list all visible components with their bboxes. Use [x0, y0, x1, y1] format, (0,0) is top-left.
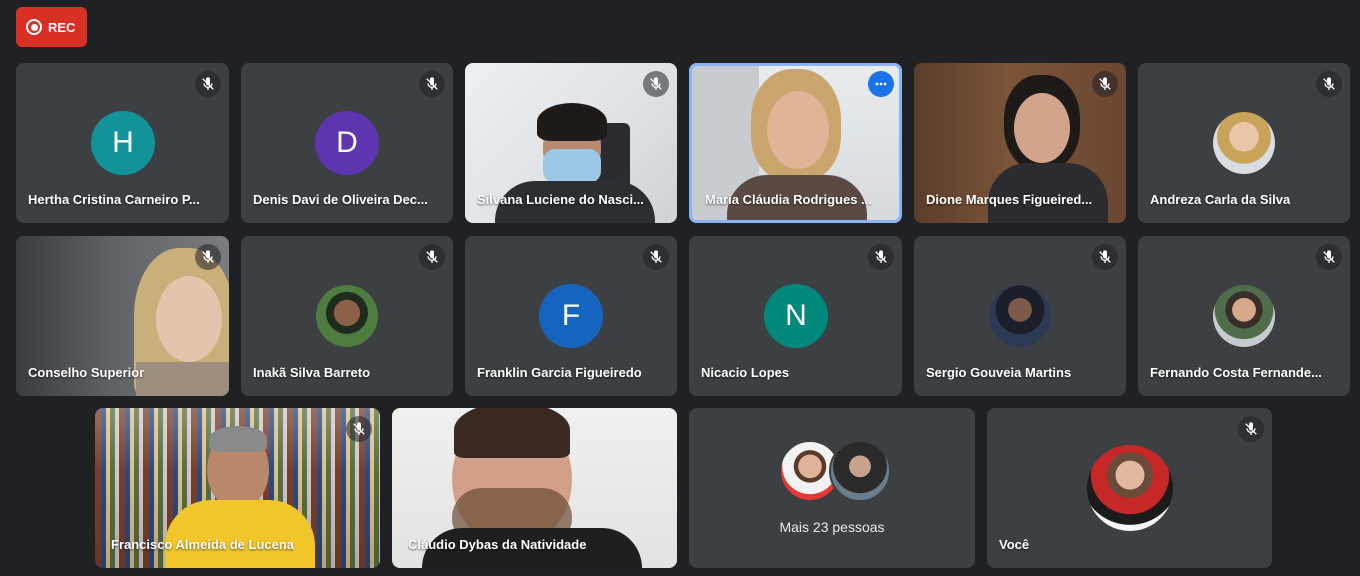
meeting-grid: REC H Hertha Cristina Carneiro P... D De…: [0, 0, 1360, 576]
participant-name: Francisco Almeida de Lucena: [111, 537, 295, 552]
participant-name: Hertha Cristina Carneiro P...: [28, 192, 200, 207]
participant-tile[interactable]: D Denis Davi de Oliveira Dec...: [241, 63, 453, 223]
mic-off-icon: [1238, 416, 1264, 442]
participant-tile[interactable]: N Nicacio Lopes: [689, 236, 902, 396]
mic-off-icon: [643, 71, 669, 97]
participant-video-tile[interactable]: Conselho Superior: [16, 236, 229, 396]
mic-off-icon: [195, 244, 221, 270]
avatar: [1213, 285, 1275, 347]
avatar: H: [91, 111, 155, 175]
participant-video-tile[interactable]: Cláudio Dybas da Natividade: [392, 408, 677, 568]
participant-tile[interactable]: H Hertha Cristina Carneiro P...: [16, 63, 229, 223]
more-options-icon[interactable]: [868, 71, 894, 97]
participant-video-tile[interactable]: Dione Marques Figueired...: [914, 63, 1126, 223]
participant-name: Fernando Costa Fernande...: [1150, 365, 1322, 380]
avatar: [316, 285, 378, 347]
avatar: [1213, 112, 1275, 174]
participant-name: Conselho Superior: [28, 365, 145, 380]
participant-tile[interactable]: Fernando Costa Fernande...: [1138, 236, 1350, 396]
participant-video-tile[interactable]: Francisco Almeida de Lucena: [95, 408, 380, 568]
participant-tile[interactable]: Andreza Carla da Silva: [1138, 63, 1350, 223]
self-tile[interactable]: Você: [987, 408, 1272, 568]
participant-tile[interactable]: F Franklin Garcia Figueiredo: [465, 236, 677, 396]
participant-tile[interactable]: Inakã Silva Barreto: [241, 236, 453, 396]
mic-off-icon: [643, 244, 669, 270]
participant-name: Maria Cláudia Rodrigues ...: [705, 192, 872, 207]
avatar: D: [315, 111, 379, 175]
mic-off-icon: [419, 71, 445, 97]
mic-off-icon: [346, 416, 372, 442]
avatar: N: [764, 284, 828, 348]
participant-video-tile-active[interactable]: Maria Cláudia Rodrigues ...: [689, 63, 902, 223]
more-people-tile[interactable]: Mais 23 pessoas: [689, 408, 975, 568]
avatar: [1087, 445, 1173, 531]
participant-name: Sergio Gouveia Martins: [926, 365, 1072, 380]
participant-name: Andreza Carla da Silva: [1150, 192, 1291, 207]
more-people-label: Mais 23 pessoas: [779, 519, 885, 535]
participant-name: Silvana Luciene do Nasci...: [477, 192, 644, 207]
participant-tile[interactable]: Sergio Gouveia Martins: [914, 236, 1126, 396]
record-icon: [26, 19, 42, 35]
mic-off-icon: [419, 244, 445, 270]
participant-video-tile[interactable]: Silvana Luciene do Nasci...: [465, 63, 677, 223]
recording-label: REC: [48, 19, 76, 35]
avatar: F: [539, 284, 603, 348]
mic-off-icon: [1316, 244, 1342, 270]
mic-off-icon: [195, 71, 221, 97]
participant-name: Franklin Garcia Figueiredo: [477, 365, 642, 380]
recording-indicator: REC: [16, 7, 87, 47]
participant-name: Dione Marques Figueired...: [926, 192, 1093, 207]
avatar: [829, 440, 891, 502]
participant-name: Cláudio Dybas da Natividade: [408, 537, 587, 552]
participant-name: Denis Davi de Oliveira Dec...: [253, 192, 428, 207]
participant-name: Inakã Silva Barreto: [253, 365, 371, 380]
mic-off-icon: [868, 244, 894, 270]
self-name: Você: [999, 537, 1030, 552]
mic-off-icon: [1092, 71, 1118, 97]
participant-name: Nicacio Lopes: [701, 365, 790, 380]
avatar: [989, 285, 1051, 347]
mic-off-icon: [1092, 244, 1118, 270]
mic-off-icon: [1316, 71, 1342, 97]
